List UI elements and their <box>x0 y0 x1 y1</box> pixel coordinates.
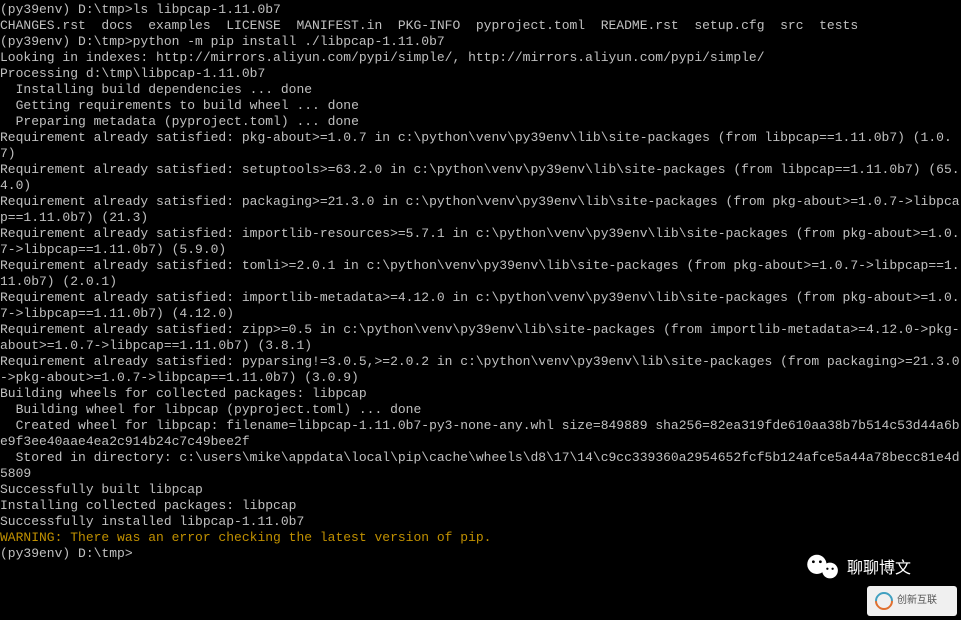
terminal-line: WARNING: There was an error checking the… <box>0 530 961 546</box>
terminal-line: Requirement already satisfied: pyparsing… <box>0 354 961 386</box>
terminal-line: Requirement already satisfied: importlib… <box>0 290 961 322</box>
terminal-line: CHANGES.rst docs examples LICENSE MANIFE… <box>0 18 961 34</box>
terminal-line: Processing d:\tmp\libpcap-1.11.0b7 <box>0 66 961 82</box>
terminal-line: Successfully built libpcap <box>0 482 961 498</box>
brand-ring-icon <box>871 588 896 613</box>
brand-watermark-label: 创新互联 <box>897 593 937 609</box>
brand-watermark: 创新互联 <box>867 586 957 616</box>
terminal-line: Preparing metadata (pyproject.toml) ... … <box>0 114 961 130</box>
wechat-watermark-label: 聊聊博文 <box>847 561 911 577</box>
terminal-line: Building wheels for collected packages: … <box>0 386 961 402</box>
terminal-line: (py39env) D:\tmp>ls libpcap-1.11.0b7 <box>0 2 961 18</box>
terminal-line: Looking in indexes: http://mirrors.aliyu… <box>0 50 961 66</box>
scrollbar[interactable] <box>957 0 961 620</box>
terminal-line: Getting requirements to build wheel ... … <box>0 98 961 114</box>
terminal-line: Requirement already satisfied: setuptool… <box>0 162 961 194</box>
terminal-output[interactable]: (py39env) D:\tmp>ls libpcap-1.11.0b7CHAN… <box>0 2 961 562</box>
terminal-line: Stored in directory: c:\users\mike\appda… <box>0 450 961 482</box>
terminal-line: Building wheel for libpcap (pyproject.to… <box>0 402 961 418</box>
terminal-line: Requirement already satisfied: importlib… <box>0 226 961 258</box>
terminal-line: Requirement already satisfied: pkg-about… <box>0 130 961 162</box>
terminal-line: Installing build dependencies ... done <box>0 82 961 98</box>
terminal-line: Created wheel for libpcap: filename=libp… <box>0 418 961 450</box>
terminal-line: Successfully installed libpcap-1.11.0b7 <box>0 514 961 530</box>
terminal-line: Requirement already satisfied: tomli>=2.… <box>0 258 961 290</box>
wechat-icon <box>805 553 841 585</box>
terminal-line: Installing collected packages: libpcap <box>0 498 961 514</box>
terminal-line: Requirement already satisfied: zipp>=0.5… <box>0 322 961 354</box>
terminal-line: (py39env) D:\tmp>python -m pip install .… <box>0 34 961 50</box>
terminal-line: Requirement already satisfied: packaging… <box>0 194 961 226</box>
wechat-watermark: 聊聊博文 <box>805 553 911 585</box>
